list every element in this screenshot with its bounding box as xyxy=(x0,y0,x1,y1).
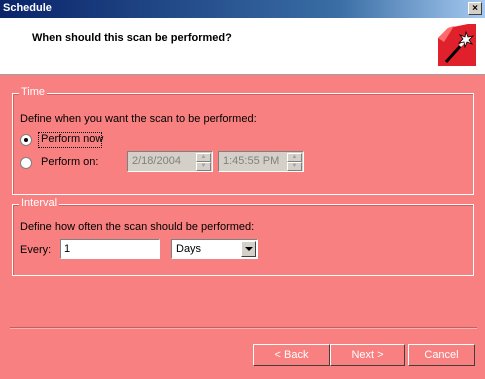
date-spinner[interactable]: ▲ ▼ xyxy=(196,153,211,172)
interval-unit-select[interactable]: Days xyxy=(171,239,258,259)
next-button[interactable]: Next > xyxy=(330,344,405,366)
title-bar[interactable]: Schedule × xyxy=(0,0,485,18)
time-value: 1:45:55 PM xyxy=(223,155,280,167)
time-spin-down[interactable]: ▼ xyxy=(287,162,302,171)
close-button[interactable]: × xyxy=(468,2,482,15)
wizard-body: Time Define when you want the scan to be… xyxy=(0,75,485,379)
schedule-dialog: Schedule × When should this scan be perf… xyxy=(0,0,485,379)
every-input[interactable]: 1 xyxy=(60,239,160,259)
time-group-legend: Time xyxy=(19,86,48,98)
date-spin-down[interactable]: ▼ xyxy=(196,162,211,171)
time-spin-up[interactable]: ▲ xyxy=(287,153,302,162)
window-title: Schedule xyxy=(3,2,52,14)
time-spinner[interactable]: ▲ ▼ xyxy=(287,153,302,172)
cancel-button[interactable]: Cancel xyxy=(408,344,475,366)
page-heading: When should this scan be performed? xyxy=(32,32,232,44)
time-description: Define when you want the scan to be perf… xyxy=(20,113,257,125)
interval-unit-value: Days xyxy=(176,243,202,255)
perform-on-label[interactable]: Perform on: xyxy=(41,156,98,168)
wizard-header: When should this scan be performed? xyxy=(0,18,485,75)
date-spin-up[interactable]: ▲ xyxy=(196,153,211,162)
date-value: 2/18/2004 xyxy=(132,155,181,167)
perform-on-radio[interactable] xyxy=(20,157,32,169)
interval-group-legend: Interval xyxy=(19,197,60,209)
chevron-down-icon[interactable] xyxy=(241,241,256,257)
next-button-label: Next > xyxy=(351,349,384,361)
date-picker[interactable]: 2/18/2004 ▲ ▼ xyxy=(127,151,213,172)
perform-now-label[interactable]: Perform now xyxy=(41,133,103,145)
every-label: Every: xyxy=(20,244,52,256)
time-picker[interactable]: 1:45:55 PM ▲ ▼ xyxy=(218,151,304,172)
cancel-button-label: Cancel xyxy=(424,349,459,361)
back-button-label: < Back xyxy=(274,349,309,361)
interval-description: Define how often the scan should be perf… xyxy=(20,221,255,233)
perform-now-radio[interactable] xyxy=(20,134,32,146)
back-button[interactable]: < Back xyxy=(253,344,330,366)
button-separator xyxy=(10,327,477,329)
magic-wand-icon xyxy=(438,24,476,66)
